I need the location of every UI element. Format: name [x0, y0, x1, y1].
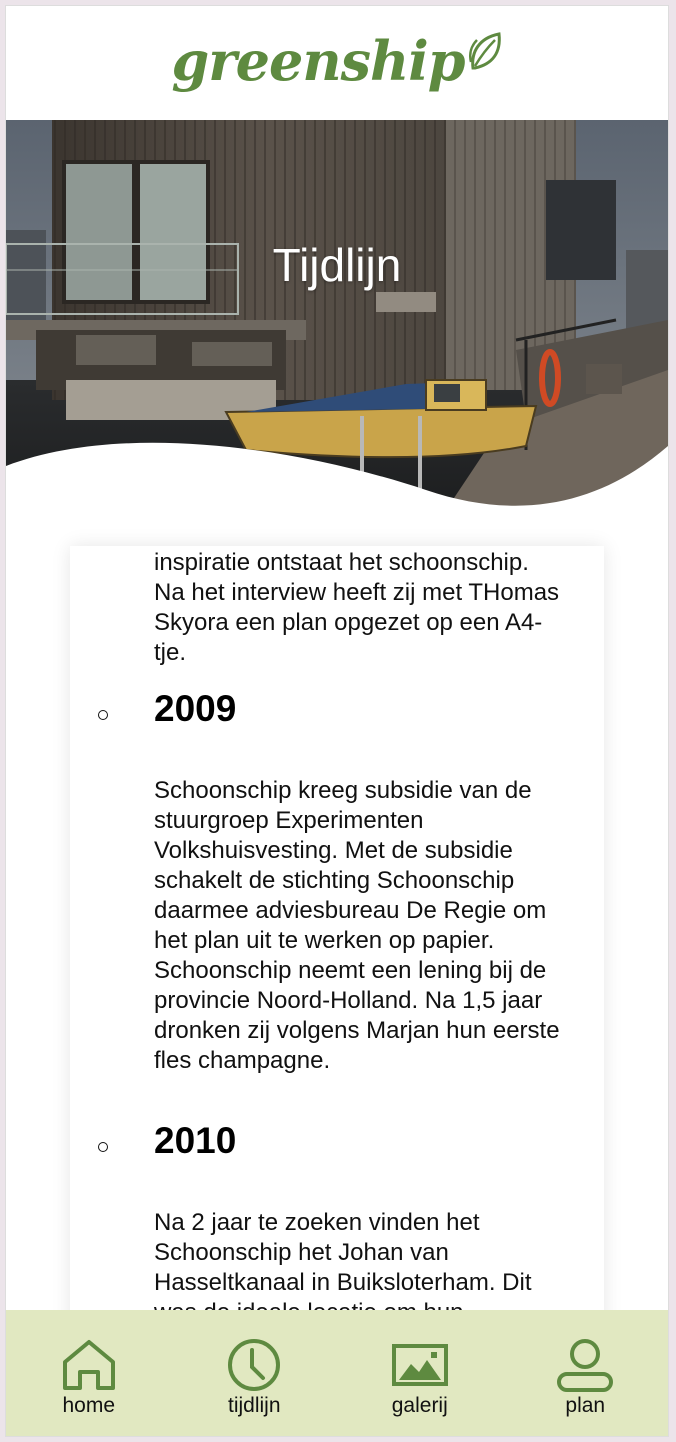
nav-label-tijdlijn: tijdlijn: [227, 1394, 281, 1417]
nav-item-tijdlijn[interactable]: tijdlijn: [194, 1310, 314, 1418]
nav-label-plan: plan: [565, 1394, 606, 1417]
timeline-bullet: [98, 710, 108, 720]
nav-label-galerij: galerij: [391, 1394, 448, 1417]
timeline-year: 2010: [154, 1120, 237, 1161]
user-icon: [557, 1339, 614, 1392]
nav-label-home: home: [62, 1394, 116, 1417]
home-icon: [62, 1340, 115, 1390]
logo[interactable]: greenship: [171, 32, 502, 88]
timeline-entry-text: Schoonschip kreeg subsidie van de stuurg…: [154, 777, 560, 1074]
nav-item-home[interactable]: home: [29, 1310, 149, 1418]
nav-item-plan[interactable]: plan: [525, 1310, 645, 1418]
clock-icon: [228, 1339, 281, 1391]
app-frame: greenship Tijdlijn inspiratie ontstaat h…: [6, 6, 668, 1436]
logo-text: greenship: [171, 29, 465, 93]
image-icon: [391, 1344, 448, 1386]
timeline-bullet: [98, 1142, 108, 1152]
timeline-card: inspiratie ontstaat het schoonschip. Na …: [70, 546, 604, 1346]
leaf-icon: [468, 32, 501, 70]
page-title: Tijdlijn: [272, 239, 402, 291]
nav-item-galerij[interactable]: galerij: [360, 1310, 480, 1418]
hero-banner: Tijdlijn: [6, 120, 668, 540]
bottom-nav: home tijdlijn galerij plan: [6, 1310, 668, 1436]
header: greenship: [6, 6, 668, 120]
timeline-year: 2009: [154, 688, 237, 729]
hero-photo: [6, 120, 668, 540]
timeline-intro-text: inspiratie ontstaat het schoonschip. Na …: [154, 549, 560, 666]
